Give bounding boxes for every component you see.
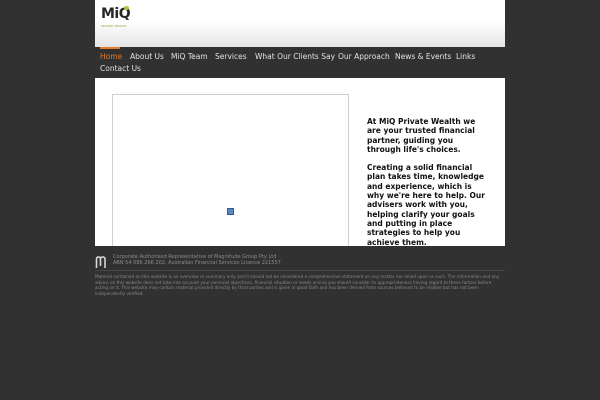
nav-item-our-approach[interactable]: Our Approach — [338, 52, 390, 62]
intro-text: At MiQ Private Wealth we are your truste… — [367, 117, 489, 247]
nav-item-what-our-clients-say[interactable]: What Our Clients Say — [255, 52, 335, 62]
nav-item-about-us[interactable]: About Us — [130, 52, 164, 62]
footer-disclaimer: Material contained on this website is an… — [95, 274, 500, 296]
plugin-placeholder-icon — [227, 208, 234, 215]
logo-tagline: PRIVATE WEALTH — [101, 24, 127, 28]
miq-logo[interactable]: MiQ PRIVATE WEALTH — [101, 6, 131, 28]
nav-item-miq-team[interactable]: MiQ Team — [171, 52, 208, 62]
logo-dot-icon — [124, 6, 129, 10]
nav-active-indicator — [100, 47, 120, 49]
intro-paragraph: At MiQ Private Wealth we are your truste… — [367, 117, 476, 154]
footer-divider — [95, 270, 505, 271]
embedded-media-frame[interactable] — [112, 94, 349, 246]
footer-credit: Corporate Authorised Representative of M… — [113, 254, 281, 266]
intro-paragraph: Creating a solid financial plan takes ti… — [367, 163, 485, 247]
main-content: At MiQ Private Wealth we are your truste… — [95, 78, 505, 247]
nav-item-contact-us[interactable]: Contact Us — [100, 64, 141, 74]
nav-item-links[interactable]: Links — [456, 52, 475, 62]
nav-item-services[interactable]: Services — [215, 52, 247, 62]
nav-item-news-events[interactable]: News & Events — [395, 52, 451, 62]
site-header: MiQ PRIVATE WEALTH — [95, 0, 505, 47]
nav-item-home[interactable]: Home — [100, 52, 122, 62]
footer-credit-line: ABN 54 086 266 202, Australian Financial… — [113, 260, 281, 267]
